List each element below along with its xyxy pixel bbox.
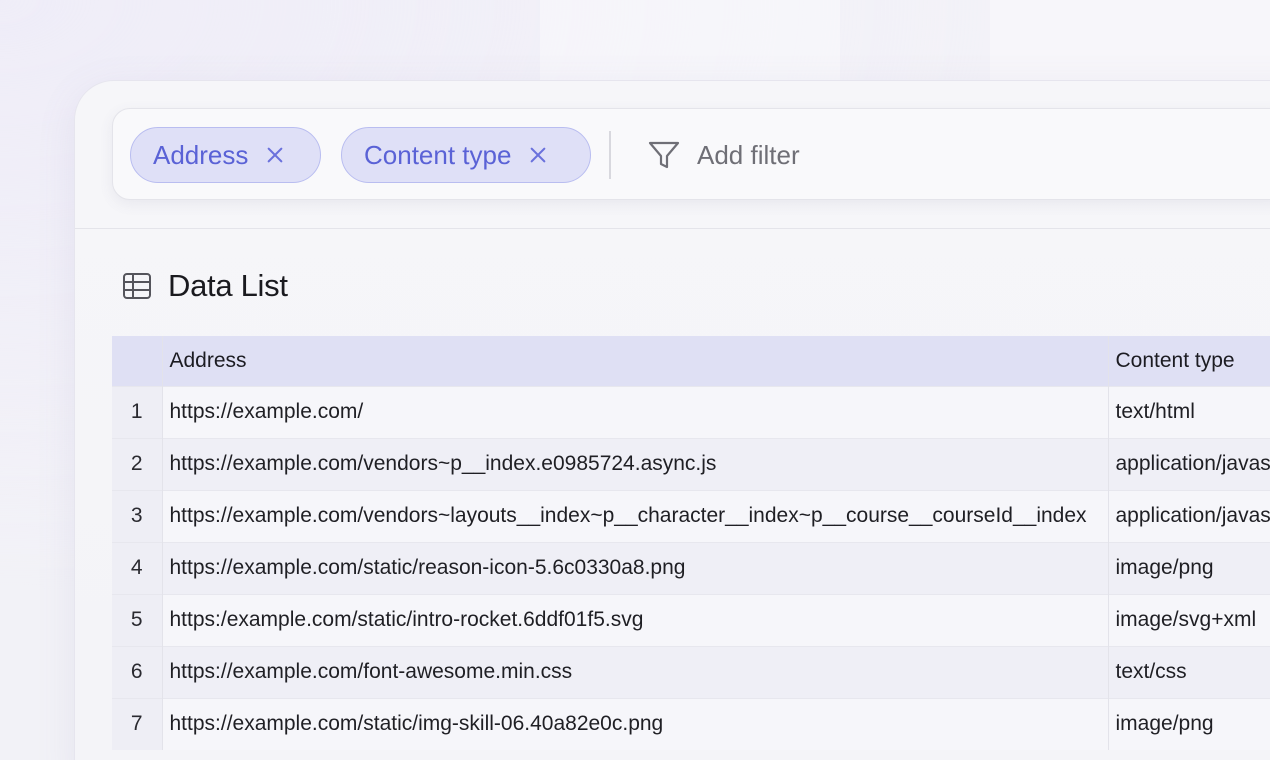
filter-bar: Address Content type Add filter: [112, 108, 1270, 200]
filter-divider: [609, 131, 611, 179]
cell-content-type[interactable]: text/html: [1107, 386, 1270, 438]
column-header-address[interactable]: Address: [161, 336, 1108, 386]
data-table: Address Content type 1 https://example.c…: [112, 336, 1270, 750]
table-row[interactable]: 5 https:/example.com/static/intro-rocket…: [112, 594, 1270, 646]
row-index: 1: [112, 386, 162, 438]
list-header: Data List: [122, 266, 288, 306]
row-index: 2: [112, 438, 162, 490]
background-panel: [540, 0, 840, 80]
cell-address[interactable]: https://example.com/font-awesome.min.css: [161, 646, 1108, 698]
filter-chip-label: Address: [153, 139, 249, 170]
table-row[interactable]: 1 https://example.com/ text/html: [112, 386, 1270, 438]
column-header-content-type[interactable]: Content type: [1107, 336, 1270, 386]
table-row[interactable]: 4 https://example.com/static/reason-icon…: [112, 542, 1270, 594]
row-index: 4: [112, 542, 162, 594]
funnel-icon: [648, 141, 680, 169]
close-icon[interactable]: [529, 146, 547, 164]
page-title: Data List: [168, 268, 288, 303]
cell-content-type[interactable]: image/png: [1107, 698, 1270, 750]
table-icon: [123, 273, 151, 299]
table-row[interactable]: 7 https://example.com/static/img-skill-0…: [112, 698, 1270, 750]
table-row[interactable]: 3 https://example.com/vendors~layouts__i…: [112, 490, 1270, 542]
cell-address[interactable]: https://example.com/: [161, 386, 1108, 438]
cell-address[interactable]: https:/example.com/static/intro-rocket.6…: [161, 594, 1108, 646]
table-header-row: Address Content type: [112, 336, 1270, 386]
add-filter-label: Add filter: [697, 139, 800, 170]
cell-content-type[interactable]: text/css: [1107, 646, 1270, 698]
cell-content-type[interactable]: image/svg+xml: [1107, 594, 1270, 646]
row-index: 6: [112, 646, 162, 698]
cell-address[interactable]: https://example.com/static/img-skill-06.…: [161, 698, 1108, 750]
row-index: 5: [112, 594, 162, 646]
background-panel: [990, 0, 1270, 80]
table-row[interactable]: 2 https://example.com/vendors~p__index.e…: [112, 438, 1270, 490]
filter-chip-address[interactable]: Address: [130, 127, 321, 183]
cell-address[interactable]: https://example.com/vendors~layouts__ind…: [161, 490, 1108, 542]
filter-chip-content-type[interactable]: Content type: [341, 127, 591, 183]
filter-chip-label: Content type: [364, 139, 512, 170]
add-filter-button[interactable]: Add filter: [647, 133, 800, 177]
section-divider: [75, 228, 1270, 229]
close-icon[interactable]: [266, 146, 284, 164]
cell-address[interactable]: https://example.com/static/reason-icon-5…: [161, 542, 1108, 594]
cell-content-type[interactable]: application/javascript: [1107, 490, 1270, 542]
cell-content-type[interactable]: image/png: [1107, 542, 1270, 594]
row-index: 7: [112, 698, 162, 750]
table-row[interactable]: 6 https://example.com/font-awesome.min.c…: [112, 646, 1270, 698]
row-index: 3: [112, 490, 162, 542]
column-header-index: [112, 336, 162, 386]
cell-content-type[interactable]: application/javascript: [1107, 438, 1270, 490]
cell-address[interactable]: https://example.com/vendors~p__index.e09…: [161, 438, 1108, 490]
